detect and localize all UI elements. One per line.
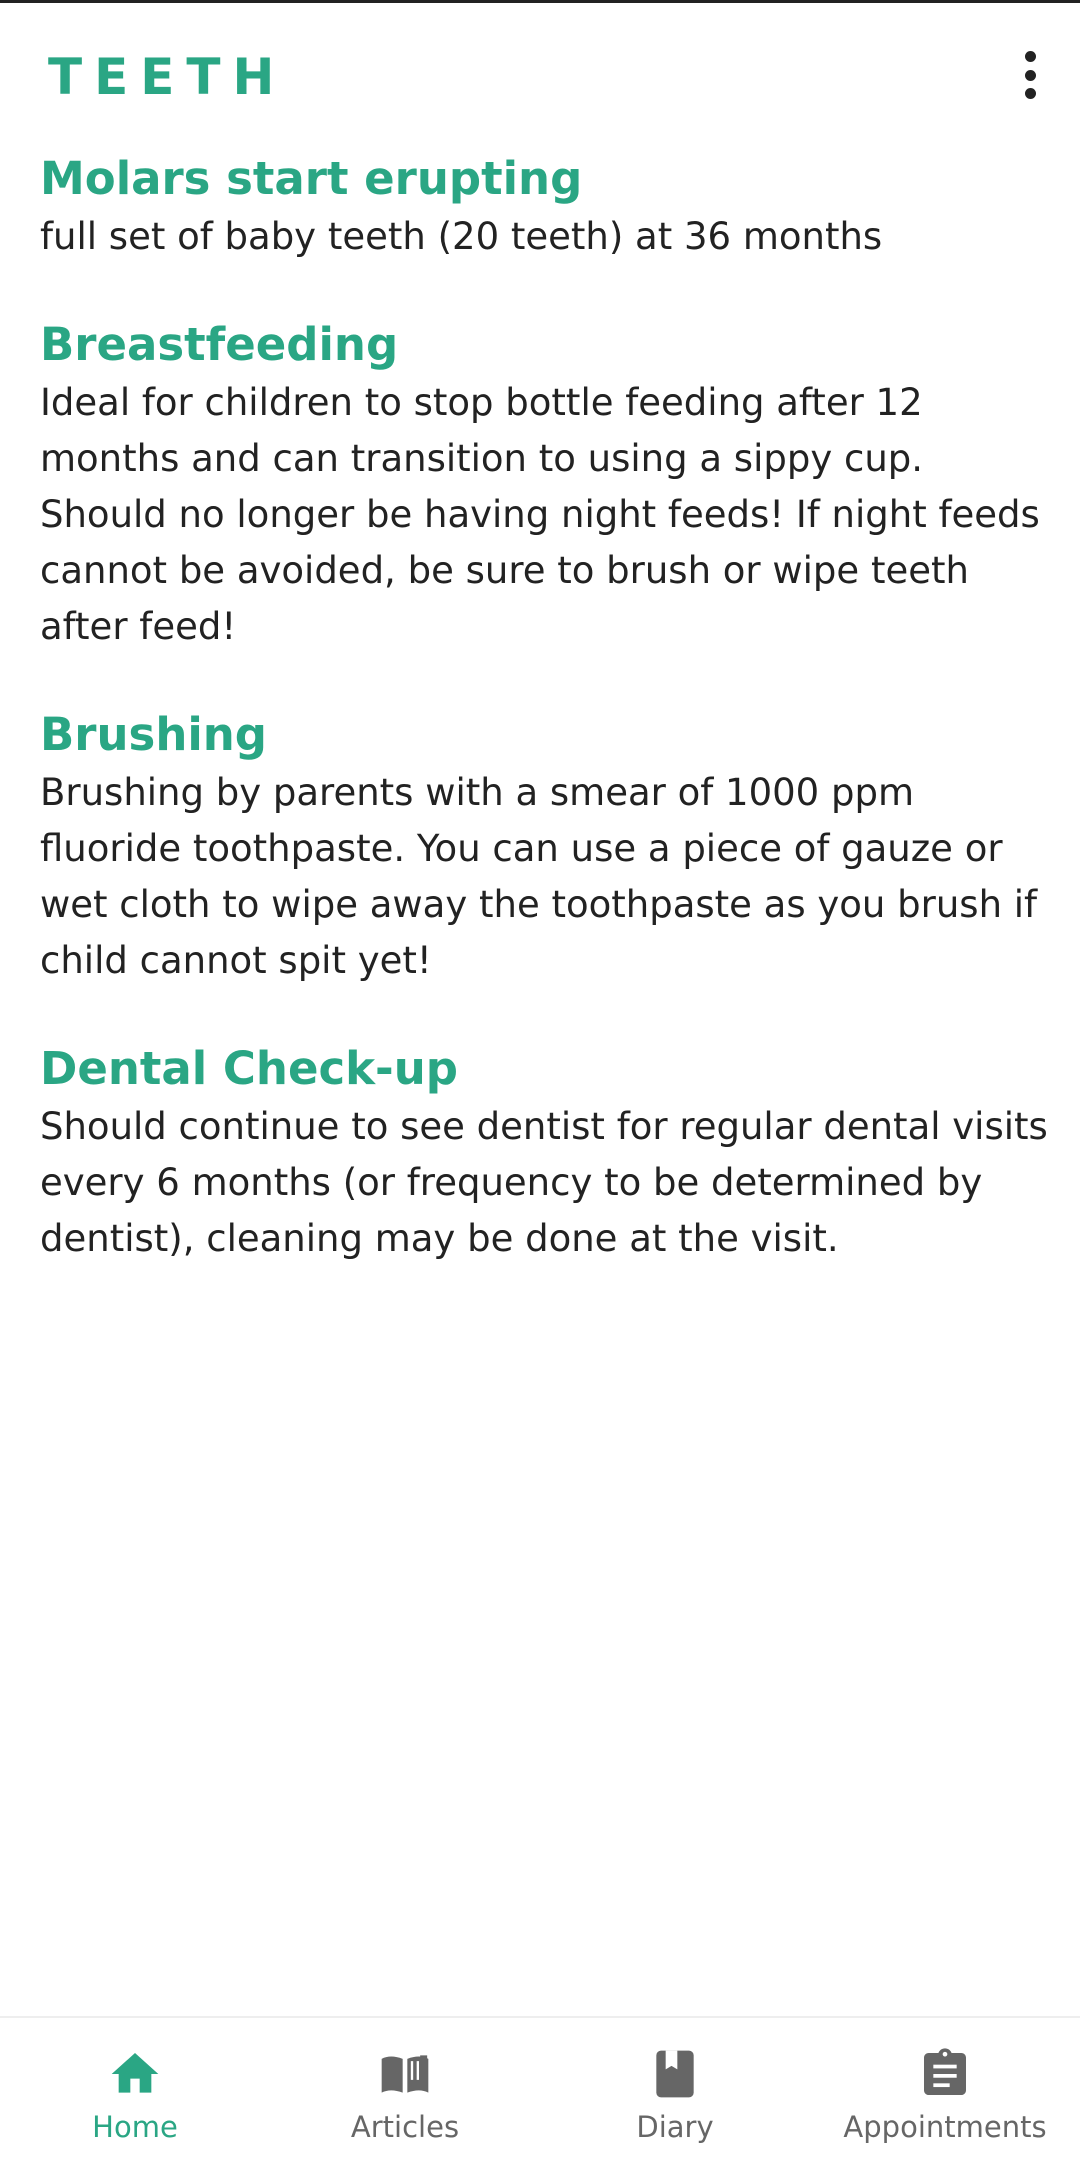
nav-item-appointments[interactable]: Appointments — [810, 2018, 1080, 2160]
content-list: Molars start erupting full set of baby t… — [40, 151, 1050, 1319]
bookmark-book-icon — [656, 2050, 694, 2098]
section-dental-checkup: Dental Check-up Should continue to see d… — [40, 1041, 1050, 1267]
section-heading: Breastfeeding — [40, 318, 399, 371]
nav-item-articles[interactable]: Articles — [270, 2018, 540, 2160]
page-title: TEETH — [48, 48, 287, 106]
section-heading: Molars start erupting — [40, 152, 583, 205]
book-icon — [381, 2055, 429, 2093]
section-heading: Dental Check-up — [40, 1042, 458, 1095]
nav-label: Appointments — [843, 2110, 1047, 2144]
bottom-navigation: Home Articles Diary Appointments — [0, 2016, 1080, 2160]
app-screen: TEETH Molars start erupting full set of … — [0, 0, 1080, 2160]
nav-item-diary[interactable]: Diary — [540, 2018, 810, 2160]
section-breastfeeding: Breastfeeding Ideal for children to stop… — [40, 317, 1050, 655]
section-body: full set of baby teeth (20 teeth) at 36 … — [40, 215, 883, 258]
section-body: Brushing by parents with a smear of 1000… — [40, 771, 1038, 982]
section-body: Ideal for children to stop bottle feedin… — [40, 381, 1040, 648]
nav-label: Home — [92, 2110, 178, 2144]
section-body: Should continue to see dentist for regul… — [40, 1105, 1048, 1260]
nav-label: Articles — [350, 2110, 460, 2144]
app-bar: TEETH — [0, 3, 1080, 143]
nav-item-home[interactable]: Home — [0, 2018, 270, 2160]
nav-label: Diary — [636, 2110, 714, 2144]
section-molars: Molars start erupting full set of baby t… — [40, 151, 1050, 265]
more-vert-icon[interactable] — [1018, 51, 1042, 99]
clipboard-icon — [924, 2048, 966, 2095]
section-brushing: Brushing Brushing by parents with a smea… — [40, 707, 1050, 989]
section-heading: Brushing — [40, 708, 268, 761]
home-icon — [111, 2053, 159, 2093]
